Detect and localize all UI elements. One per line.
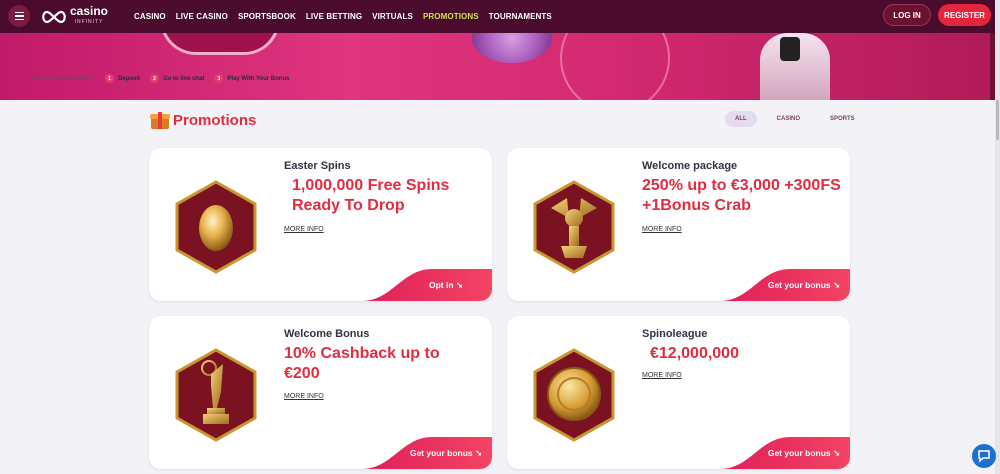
more-info-link[interactable]: MORE INFO xyxy=(284,393,324,400)
step-number: 1 xyxy=(105,74,115,83)
page-scrollbar[interactable] xyxy=(995,0,1000,474)
emmy-statue-icon xyxy=(175,348,257,442)
hamburger-menu-button[interactable] xyxy=(8,5,30,27)
promo-amount: 10% Cashback up to €200 xyxy=(284,345,440,382)
golden-egg-icon xyxy=(175,180,257,274)
logo-wordmark: casino INFINITY xyxy=(70,4,109,25)
filter-all[interactable]: ALL xyxy=(725,111,757,127)
cta-label: Get your bonus ↘ xyxy=(767,279,841,290)
menu-line-icon xyxy=(14,15,24,17)
gold-coin-icon xyxy=(533,348,615,442)
get-bonus-button[interactable]: Get your bonus ↘ xyxy=(720,269,850,301)
site-logo[interactable]: casino INFINITY xyxy=(40,4,109,28)
banner-decoration xyxy=(160,33,280,55)
step-play: 3 Play With Your Bonus xyxy=(214,74,289,83)
steps-label: How to receive bonus? xyxy=(32,75,94,82)
nav-tournaments[interactable]: TOURNAMENTS xyxy=(489,12,552,21)
top-header: casino INFINITY CASINO LIVE CASINO SPORT… xyxy=(0,0,1000,33)
promo-title: Easter Spins xyxy=(284,160,351,172)
main-nav: CASINO LIVE CASINO SPORTSBOOK LIVE BETTI… xyxy=(134,0,552,33)
promo-amount: 250% up to €3,000 +300FS +1Bonus Crab xyxy=(642,177,841,214)
chat-bubble-icon xyxy=(978,450,990,463)
cta-label: Opt in ↘ xyxy=(428,279,464,290)
menu-line-icon xyxy=(14,11,24,14)
cta-label: Get your bonus ↘ xyxy=(409,447,483,458)
promo-amount: 1,000,000 Free Spins Ready To Drop xyxy=(292,177,450,214)
opt-in-button[interactable]: Opt in ↘ xyxy=(362,269,492,301)
live-chat-button[interactable] xyxy=(972,444,996,468)
step-text: Deposit xyxy=(118,75,141,82)
winged-lion-trophy-icon xyxy=(533,180,615,274)
register-button[interactable]: REGISTER xyxy=(938,4,991,26)
promo-title: Welcome Bonus xyxy=(284,328,370,340)
bonus-steps: How to receive bonus? 1 Deposit 2 Go to … xyxy=(32,74,289,83)
more-info-link[interactable]: MORE INFO xyxy=(642,226,682,233)
nav-promotions[interactable]: PROMOTIONS xyxy=(423,12,479,21)
promo-filters: ALL CASINO SPORTS xyxy=(725,111,865,127)
promo-card-easter-spins[interactable]: Easter Spins 1,000,000 Free Spins Ready … xyxy=(149,148,492,301)
cta-label: Get your bonus ↘ xyxy=(767,447,841,458)
page-title: Promotions xyxy=(173,111,257,129)
banner-decoration xyxy=(780,37,800,61)
nav-live-casino[interactable]: LIVE CASINO xyxy=(176,12,228,21)
scrollbar-thumb[interactable] xyxy=(996,100,999,140)
filter-sports[interactable]: SPORTS xyxy=(820,111,865,127)
get-bonus-button[interactable]: Get your bonus ↘ xyxy=(720,437,850,469)
filter-casino[interactable]: CASINO xyxy=(767,111,810,127)
step-live-chat: 2 Go to live chat xyxy=(150,74,204,83)
more-info-link[interactable]: MORE INFO xyxy=(284,226,324,233)
banner-decoration xyxy=(560,33,670,100)
promo-amount: €12,000,000 xyxy=(650,345,739,362)
banner-decoration xyxy=(472,33,552,63)
promo-card-welcome-package[interactable]: Welcome package 250% up to €3,000 +300FS… xyxy=(507,148,850,301)
promo-title: Welcome package xyxy=(642,160,738,172)
nav-sportsbook[interactable]: SPORTSBOOK xyxy=(238,12,296,21)
nav-casino[interactable]: CASINO xyxy=(134,12,166,21)
login-button[interactable]: LOG IN xyxy=(883,4,931,26)
more-info-link[interactable]: MORE INFO xyxy=(642,372,682,379)
nav-virtuals[interactable]: VIRTUALS xyxy=(372,12,413,21)
hero-banner xyxy=(0,33,1000,100)
step-number: 2 xyxy=(150,74,160,83)
get-bonus-button[interactable]: Get your bonus ↘ xyxy=(362,437,492,469)
promo-card-welcome-bonus[interactable]: Welcome Bonus 10% Cashback up to €200 MO… xyxy=(149,316,492,469)
nav-live-betting[interactable]: LIVE BETTING xyxy=(306,12,362,21)
menu-line-icon xyxy=(14,18,24,21)
promo-card-spinoleague[interactable]: Spinoleague €12,000,000 MORE INFO Get yo… xyxy=(507,316,850,469)
gift-icon xyxy=(150,110,170,130)
step-number: 3 xyxy=(214,74,224,83)
promotions-heading: Promotions xyxy=(150,110,256,130)
promo-title: Spinoleague xyxy=(642,328,708,340)
step-text: Play With Your Bonus xyxy=(227,75,290,82)
step-deposit: 1 Deposit xyxy=(105,74,140,83)
infinity-logo-icon xyxy=(42,10,66,24)
step-text: Go to live chat xyxy=(163,75,205,82)
